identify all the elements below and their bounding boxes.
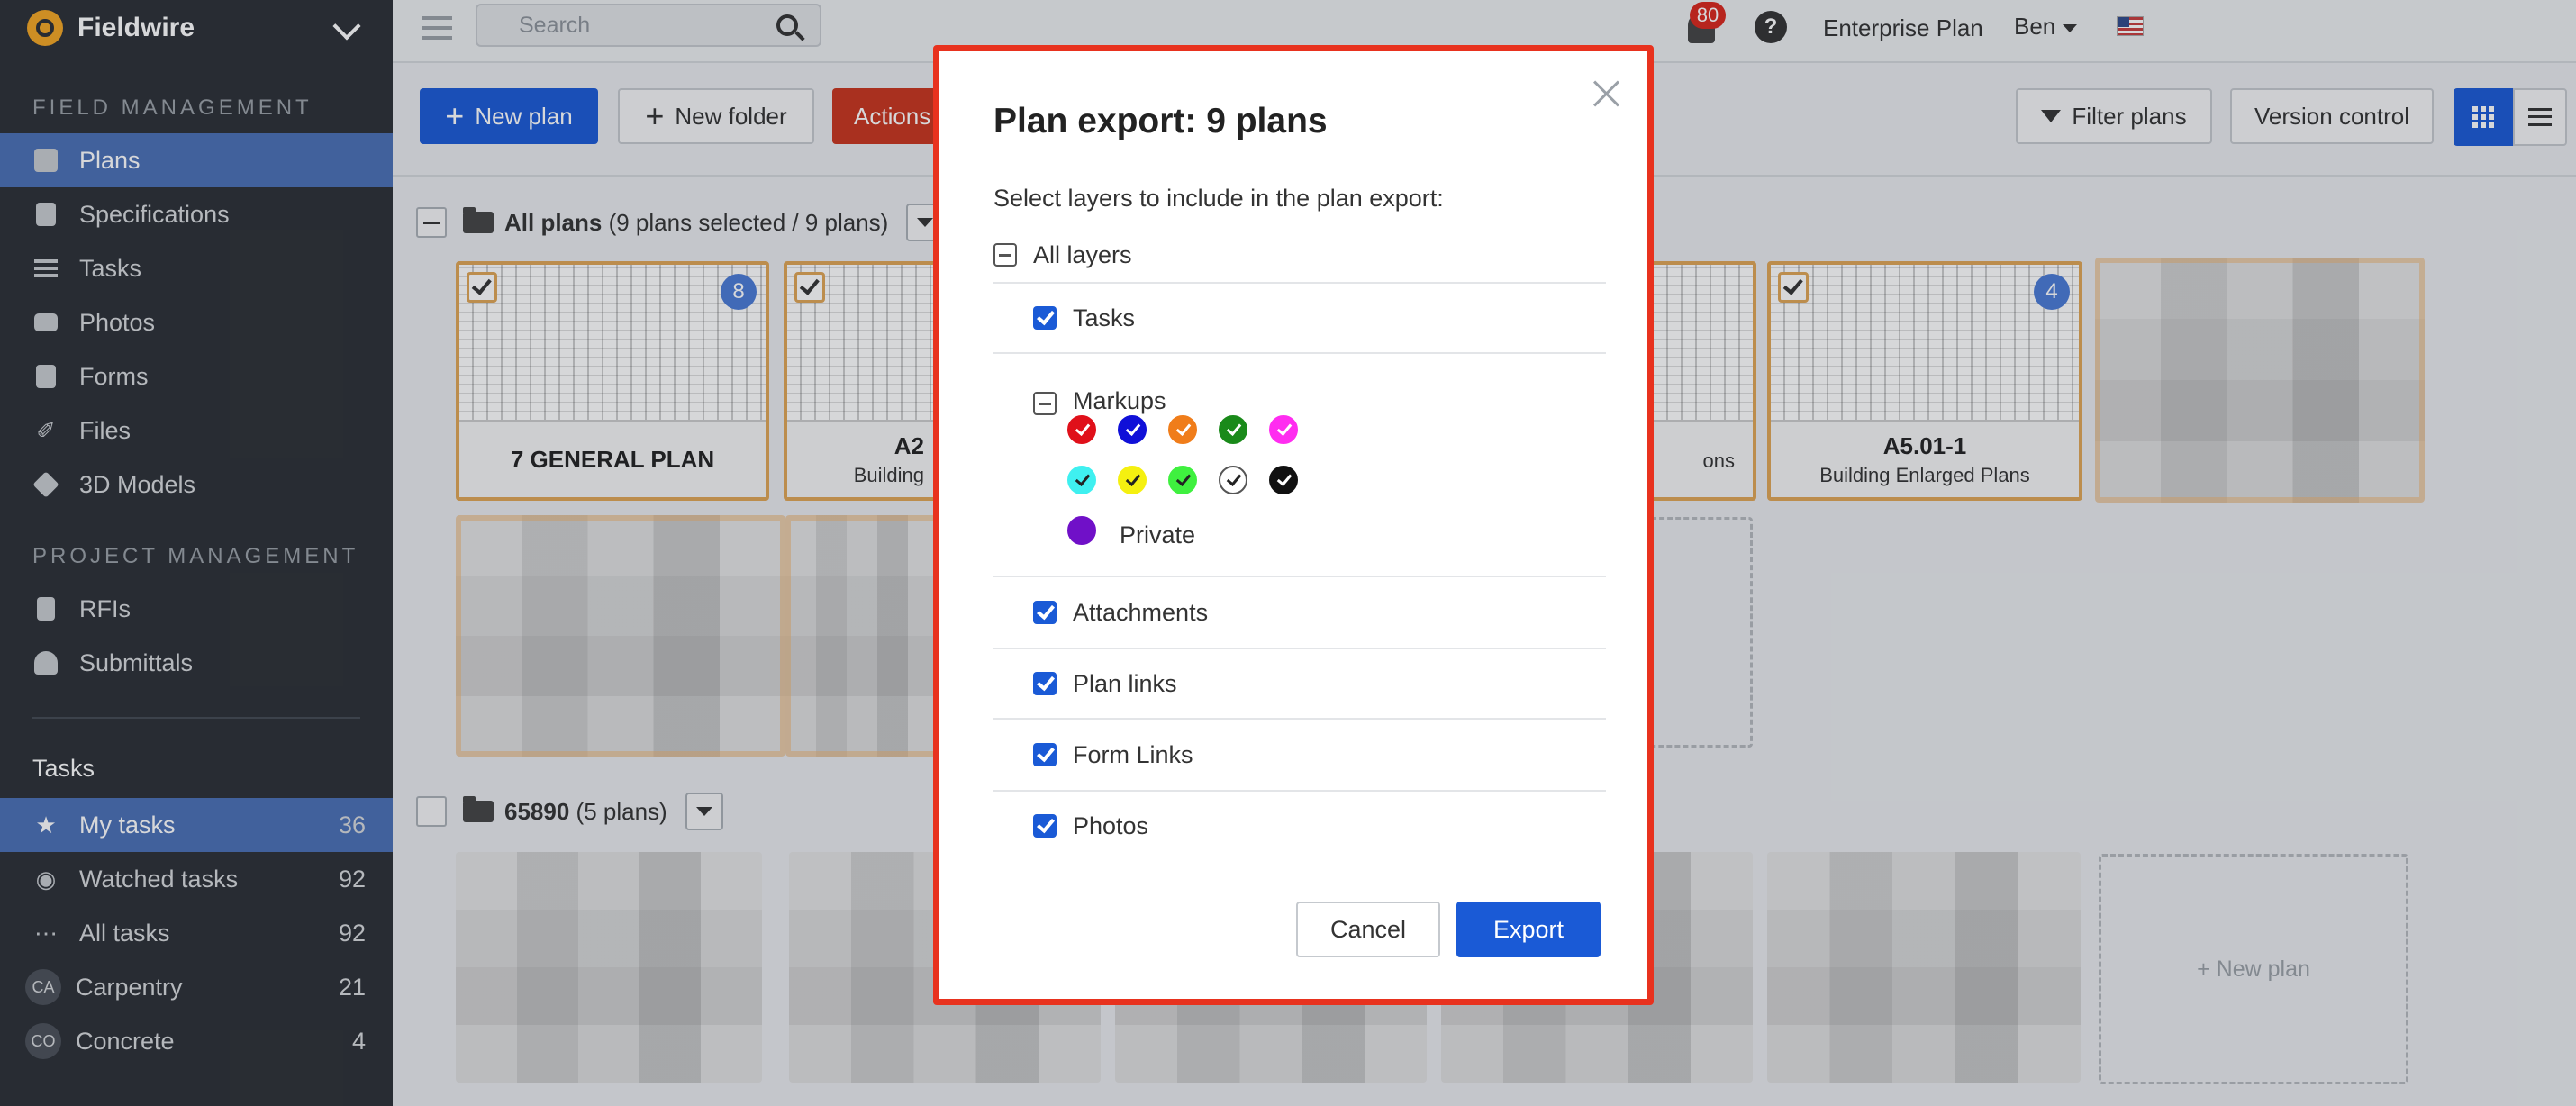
markup-color-checkbox[interactable] — [1269, 415, 1298, 444]
form-links-layer-checkbox[interactable] — [1033, 743, 1057, 766]
markups-layer-row[interactable]: Markups — [993, 352, 1606, 424]
markup-color-row — [1067, 466, 1298, 494]
photos-layer-label: Photos — [1073, 811, 1149, 839]
dialog-instructions: Select layers to include in the plan exp… — [993, 185, 1444, 212]
export-button[interactable]: Export — [1456, 902, 1601, 957]
markup-color-checkbox[interactable] — [1168, 415, 1197, 444]
plan-links-layer-checkbox[interactable] — [1033, 672, 1057, 695]
private-markups-label: Private — [1120, 521, 1196, 548]
markup-color-row — [1067, 415, 1298, 444]
markup-color-checkbox[interactable] — [1067, 466, 1096, 494]
plan-links-layer-row[interactable]: Plan links — [993, 648, 1606, 718]
photos-layer-checkbox[interactable] — [1033, 814, 1057, 838]
form-links-layer-row[interactable]: Form Links — [993, 718, 1606, 790]
all-layers-row[interactable]: All layers — [993, 230, 1606, 280]
tasks-layer-row[interactable]: Tasks — [993, 282, 1606, 352]
attachments-layer-checkbox[interactable] — [1033, 601, 1057, 624]
all-layers-label: All layers — [1033, 240, 1132, 268]
all-layers-checkbox[interactable] — [993, 243, 1017, 267]
cancel-button[interactable]: Cancel — [1296, 902, 1440, 957]
attachments-layer-row[interactable]: Attachments — [993, 576, 1606, 648]
markup-private-row — [1067, 516, 1096, 545]
tasks-layer-checkbox[interactable] — [1033, 306, 1057, 330]
attachments-layer-label: Attachments — [1073, 598, 1209, 626]
markup-color-checkbox[interactable] — [1067, 415, 1096, 444]
markup-color-checkbox[interactable] — [1269, 466, 1298, 494]
markup-color-checkbox[interactable] — [1219, 466, 1247, 494]
markup-color-checkbox[interactable] — [1118, 466, 1147, 494]
form-links-layer-label: Form Links — [1073, 740, 1193, 768]
markup-color-checkbox[interactable] — [1219, 415, 1247, 444]
markup-color-checkbox[interactable] — [1118, 415, 1147, 444]
plan-links-layer-label: Plan links — [1073, 669, 1177, 697]
markups-layer-label: Markups — [1073, 387, 1166, 414]
tasks-layer-label: Tasks — [1073, 304, 1136, 331]
dialog-title: Plan export: 9 plans — [993, 102, 1328, 141]
markups-layer-checkbox[interactable] — [1033, 392, 1057, 415]
markup-color-checkbox[interactable] — [1168, 466, 1197, 494]
markup-color-checkbox[interactable] — [1067, 516, 1096, 545]
photos-layer-row[interactable]: Photos — [993, 790, 1606, 860]
plan-export-dialog: Plan export: 9 plans Select layers to in… — [933, 45, 1654, 1005]
close-icon[interactable] — [1592, 78, 1620, 107]
